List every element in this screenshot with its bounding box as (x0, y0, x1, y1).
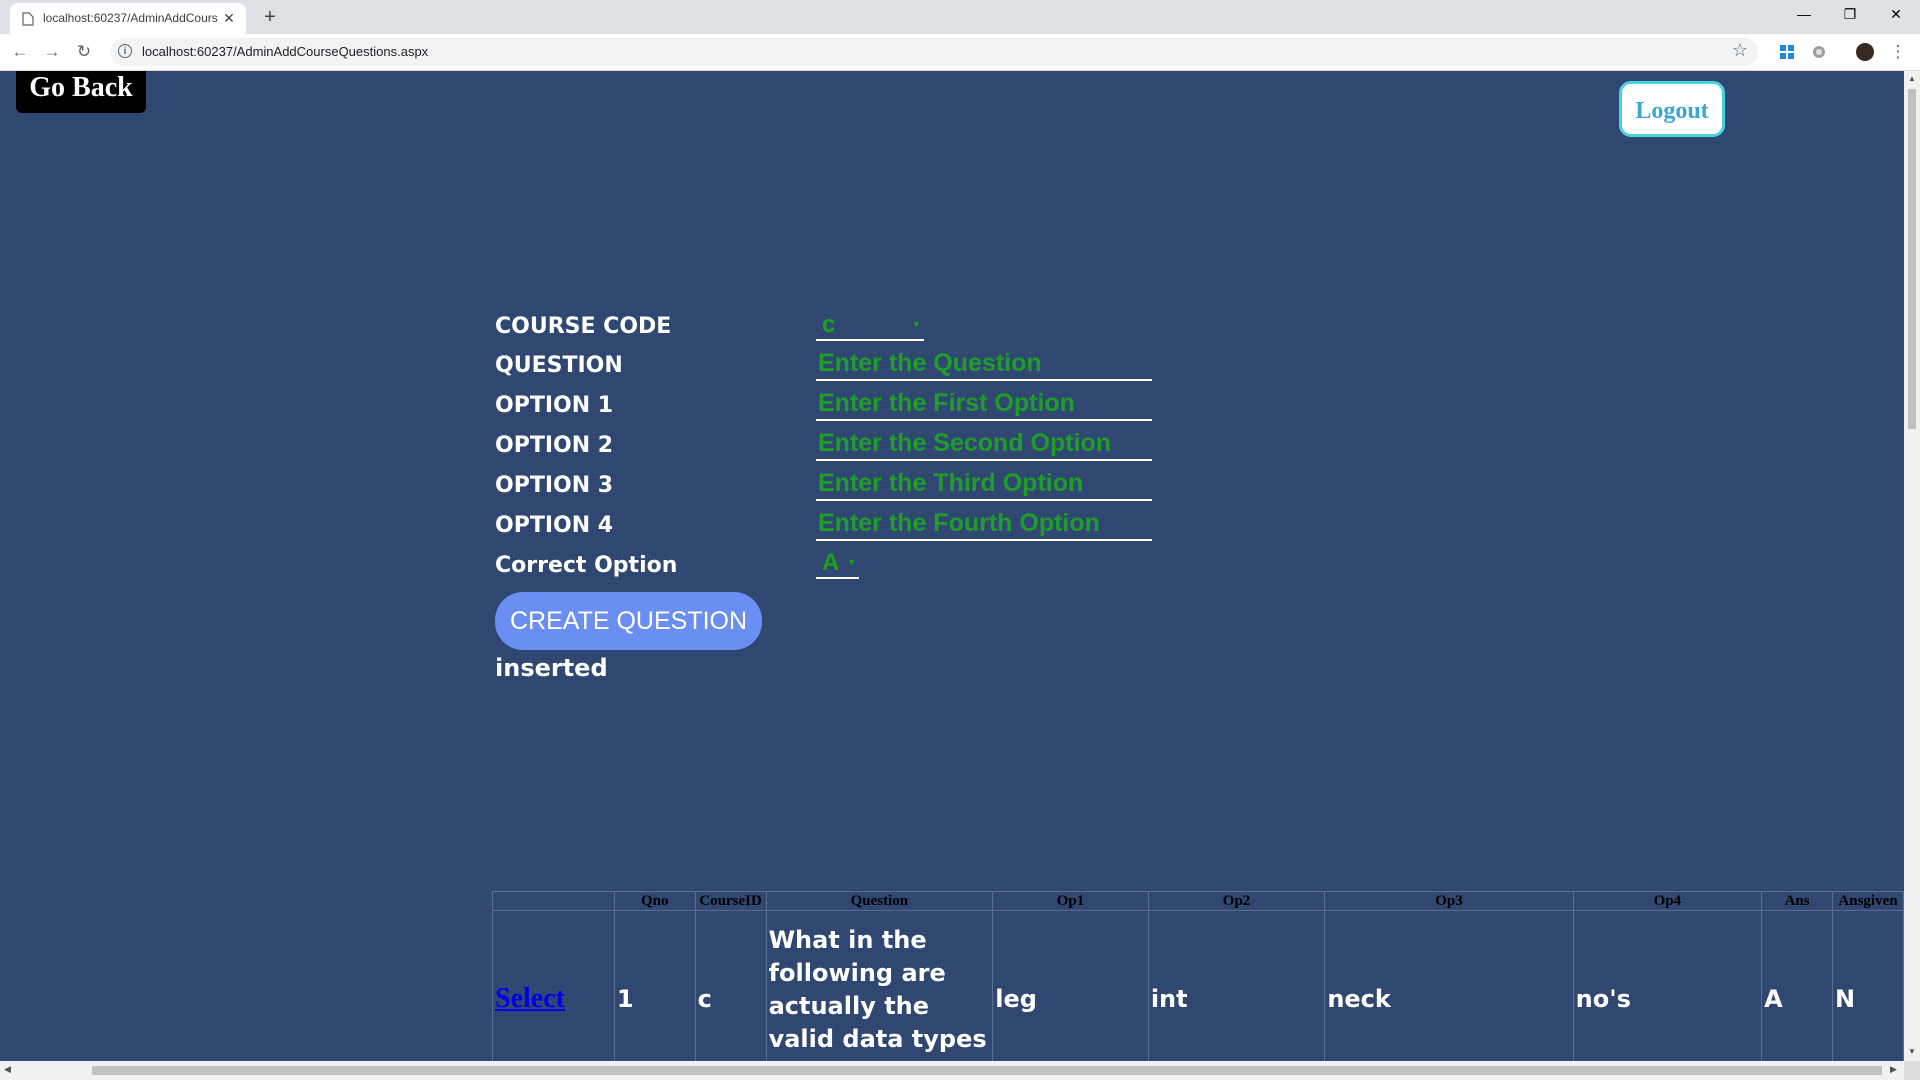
course-id-cell: c (694, 910, 767, 1061)
new-tab-icon[interactable]: + (258, 6, 282, 30)
scroll-right-icon[interactable]: ▶ (1890, 1064, 1897, 1075)
option4-label: OPTION 4 (495, 513, 614, 538)
vertical-scroll-thumb[interactable] (1908, 89, 1916, 429)
question-cell: What in the following are actually the v… (765, 910, 994, 1061)
op4-cell: no's (1572, 910, 1763, 1061)
table-header: Ans (1761, 891, 1833, 911)
extension-circle-icon[interactable] (1810, 43, 1828, 61)
course-code-select[interactable]: c ▼ (816, 311, 924, 341)
create-question-button[interactable]: CREATE QUESTION (495, 592, 762, 650)
address-bar[interactable]: i localhost:60237/AdminAddCourseQuestion… (110, 38, 1758, 66)
option2-label: OPTION 2 (495, 433, 614, 458)
question-input[interactable] (816, 347, 1152, 381)
table-header: Op4 (1572, 891, 1763, 911)
op2-cell: int (1147, 910, 1326, 1061)
tab-title: localhost:60237/AdminAddCours (43, 11, 218, 25)
question-text: What in the following are actually the v… (768, 926, 987, 1061)
url-text[interactable]: localhost:60237/AdminAddCourseQuestions.… (142, 44, 428, 59)
logout-button[interactable]: Logout (1619, 81, 1725, 137)
questions-table: Qno CourseID Question Op1 Op2 Op3 Op4 An… (492, 891, 1904, 1061)
table-header-row: Qno CourseID Question Op1 Op2 Op3 Op4 An… (492, 891, 1904, 911)
select-link[interactable]: Select (495, 983, 565, 1014)
table-header: CourseID (694, 891, 767, 911)
correct-option-label: Correct Option (495, 553, 678, 578)
info-icon[interactable]: i (118, 44, 132, 58)
menu-icon[interactable]: ⋮ (1886, 40, 1910, 64)
select-cell: Select (492, 910, 615, 1061)
ansgiven-cell: N (1831, 910, 1904, 1061)
option3-input[interactable] (816, 467, 1152, 501)
windows-extension-icon[interactable] (1778, 43, 1796, 61)
status-message: inserted (495, 654, 608, 682)
minimize-icon[interactable]: — (1781, 0, 1827, 30)
avatar[interactable] (1856, 43, 1874, 61)
scroll-up-icon[interactable]: ▲ (1908, 74, 1916, 83)
chevron-down-icon: ▼ (912, 319, 921, 329)
page-viewport: Go Back Logout COURSE CODE c ▼ QUESTION … (0, 71, 1904, 1061)
table-header: Qno (613, 891, 696, 911)
scrollbar-corner (1904, 1061, 1920, 1080)
restore-icon[interactable]: ❐ (1827, 0, 1873, 30)
table-header: Ansgiven (1831, 891, 1904, 911)
close-tab-icon[interactable]: ✕ (220, 9, 238, 27)
correct-option-value: A (822, 549, 840, 576)
option1-input[interactable] (816, 387, 1152, 421)
op1-cell: leg (992, 910, 1149, 1061)
scroll-down-icon[interactable]: ▼ (1908, 1047, 1916, 1056)
horizontal-scrollbar[interactable]: ◀ ▶ (0, 1061, 1904, 1080)
option3-label: OPTION 3 (495, 473, 614, 498)
vertical-scrollbar[interactable]: ▲ ▼ (1904, 71, 1920, 1061)
course-code-value: c (822, 311, 836, 338)
option4-input[interactable] (816, 507, 1152, 541)
table-header: Op2 (1147, 891, 1326, 911)
browser-tab[interactable]: localhost:60237/AdminAddCours ✕ (10, 3, 246, 34)
ans-cell: A (1761, 910, 1833, 1061)
forward-icon[interactable]: → (40, 40, 64, 64)
option2-input[interactable] (816, 427, 1152, 461)
correct-option-select[interactable]: A ▼ (816, 549, 859, 579)
table-header: Op1 (992, 891, 1149, 911)
bookmark-star-icon[interactable]: ☆ (1732, 40, 1748, 61)
close-window-icon[interactable]: ✕ (1873, 0, 1919, 30)
browser-tabstrip: localhost:60237/AdminAddCours ✕ + — ❐ ✕ (0, 0, 1920, 34)
op3-cell: neck (1324, 910, 1574, 1061)
table-row: Select 1 c What in the following are act… (492, 910, 1904, 1061)
table-header: Op3 (1324, 891, 1574, 911)
chevron-down-icon: ▼ (847, 557, 856, 567)
scroll-left-icon[interactable]: ◀ (4, 1064, 11, 1075)
go-back-button[interactable]: Go Back (16, 71, 146, 113)
table-header: Question (765, 891, 994, 911)
back-icon[interactable]: ← (8, 40, 32, 64)
course-code-label: COURSE CODE (495, 314, 672, 339)
table-header (492, 891, 615, 911)
browser-toolbar: ← → ↻ i localhost:60237/AdminAddCourseQu… (0, 34, 1920, 71)
question-label: QUESTION (495, 353, 623, 378)
page-icon (22, 12, 34, 26)
horizontal-scroll-thumb[interactable] (92, 1066, 1882, 1075)
qno-cell: 1 (613, 910, 696, 1061)
option1-label: OPTION 1 (495, 393, 614, 418)
reload-icon[interactable]: ↻ (72, 40, 96, 64)
